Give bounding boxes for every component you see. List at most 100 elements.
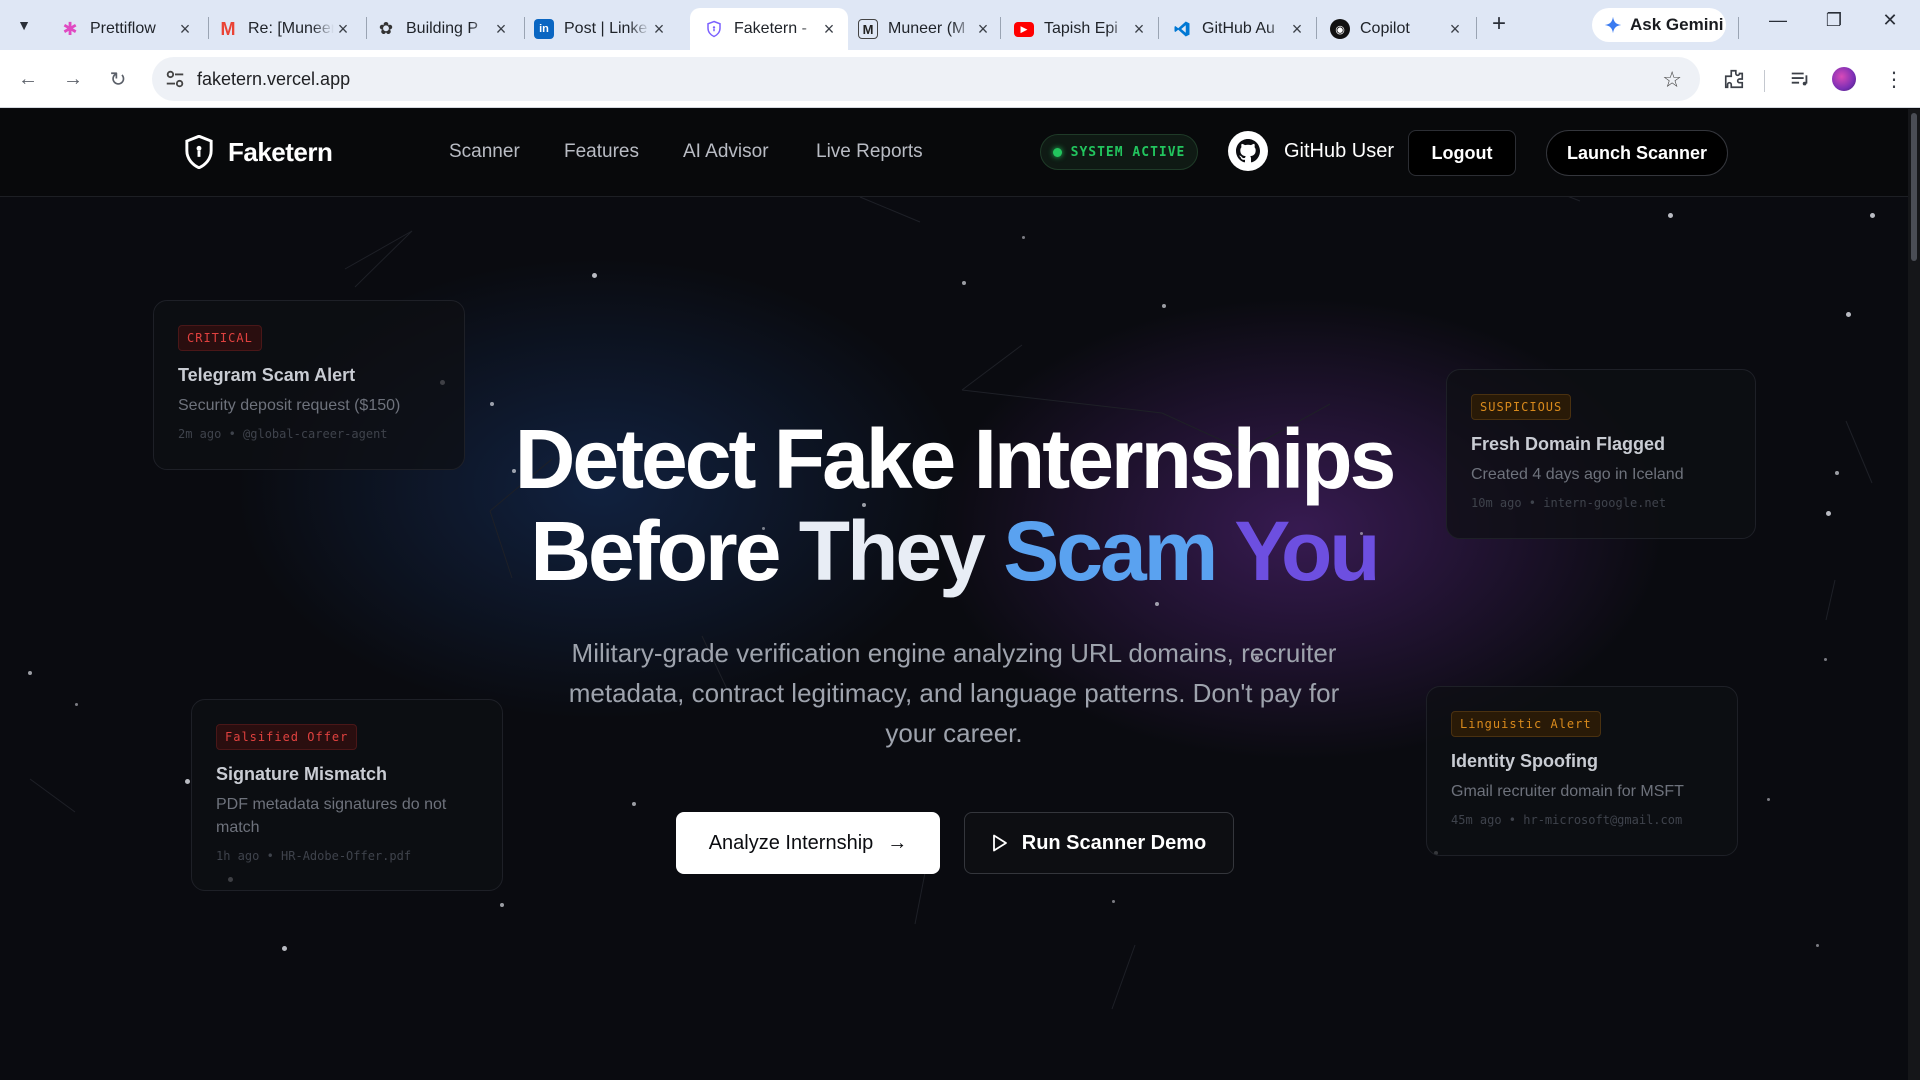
analyze-internship-button[interactable]: Analyze Internship → [676, 812, 940, 874]
background-star [1022, 236, 1025, 239]
alert-card-linguistic[interactable]: Linguistic Alert Identity Spoofing Gmail… [1426, 686, 1738, 856]
logout-button[interactable]: Logout [1408, 130, 1516, 176]
background-star [1767, 798, 1770, 801]
alert-title: Signature Mismatch [216, 764, 388, 784]
alert-title: Identity Spoofing [1451, 751, 1598, 771]
shield-logo-icon [185, 135, 213, 169]
window-close-icon[interactable]: ✕ [1870, 10, 1910, 38]
openai-icon: ✿ [378, 19, 394, 38]
ask-gemini-button[interactable]: Ask Gemini [1592, 8, 1726, 42]
close-icon[interactable]: × [1130, 19, 1148, 40]
alert-description: PDF metadata signatures do not match [216, 796, 447, 836]
new-tab-button[interactable]: + [1486, 12, 1512, 38]
tab-title: Faketern - [734, 20, 807, 37]
close-icon[interactable]: × [974, 19, 992, 40]
demo-button-label: Run Scanner Demo [1021, 831, 1207, 854]
alert-tag: Linguistic Alert [1451, 711, 1601, 737]
hero-subtitle: Military-grade verification engine analy… [568, 638, 1340, 748]
browser-menu-icon[interactable]: ⋮ [1880, 65, 1908, 93]
url-text[interactable]: faketern.vercel.app [197, 69, 350, 90]
browser-tab[interactable]: in Post | Linke × [520, 8, 678, 50]
alert-title: Telegram Scam Alert [178, 365, 356, 385]
browser-toolbar: ← → ↻ faketern.vercel.app ☆ ⋮ [0, 50, 1920, 108]
system-status-text: SYSTEM ACTIVE [1070, 144, 1186, 160]
medium-icon: M [858, 19, 878, 39]
system-status-badge: SYSTEM ACTIVE [1040, 134, 1198, 170]
minimize-icon[interactable]: — [1758, 10, 1798, 38]
nav-link-ai-advisor[interactable]: AI Advisor [683, 141, 769, 163]
tab-title: Tapish Epi [1044, 20, 1118, 37]
close-icon[interactable]: × [334, 19, 352, 40]
alert-description: Gmail recruiter domain for MSFT [1451, 783, 1684, 800]
ask-gemini-label: Ask Gemini [1630, 15, 1724, 34]
nav-link-live-reports[interactable]: Live Reports [816, 141, 923, 163]
nav-link-features[interactable]: Features [564, 141, 639, 163]
background-star [962, 281, 966, 285]
faketern-shield-icon [704, 19, 724, 39]
browser-tab[interactable]: ✿ Building P × [362, 8, 520, 50]
background-star [28, 671, 32, 675]
prettiflow-icon: ✱ [62, 18, 78, 39]
back-arrow-icon[interactable]: ← [14, 65, 42, 93]
browser-tab[interactable]: ◉ Copilot × [1316, 8, 1474, 50]
forward-arrow-icon[interactable]: → [59, 65, 87, 93]
github-username: GitHub User [1284, 140, 1395, 162]
scrollbar-thumb[interactable] [1911, 113, 1917, 261]
play-icon [992, 834, 1007, 852]
profile-avatar[interactable] [1830, 65, 1858, 93]
status-dot-icon [1052, 147, 1062, 157]
browser-tab[interactable]: M Re: [Muneer × [204, 8, 362, 50]
background-star [75, 703, 78, 706]
nav-link-scanner[interactable]: Scanner [449, 141, 520, 163]
background-star [592, 273, 597, 278]
extensions-puzzle-icon[interactable] [1720, 65, 1748, 93]
hero-title-line-1: Detect Fake Internships [514, 412, 1397, 506]
browser-tab[interactable]: M Muneer (M × [844, 8, 1002, 50]
linkedin-icon: in [534, 19, 554, 39]
background-star [1155, 602, 1159, 606]
background-star [1162, 304, 1166, 308]
tab-title: Re: [Muneer [248, 20, 334, 37]
alert-tag: Falsified Offer [216, 724, 358, 750]
close-icon[interactable]: × [492, 19, 510, 40]
tab-search-dropdown-icon[interactable]: ▼ [8, 10, 40, 40]
background-star [1870, 213, 1875, 218]
site-header: Faketern Scanner Features AI Advisor Liv… [0, 109, 1908, 197]
gmail-icon: M [220, 18, 236, 39]
launch-scanner-button[interactable]: Launch Scanner [1546, 130, 1728, 176]
browser-tab[interactable]: ✱ Prettiflow × [46, 8, 204, 50]
alert-card-falsified-offer[interactable]: Falsified Offer Signature Mismatch PDF m… [191, 699, 503, 891]
site-info-icon[interactable] [164, 68, 186, 90]
close-icon[interactable]: × [176, 19, 194, 40]
run-scanner-demo-button[interactable]: Run Scanner Demo [964, 812, 1234, 874]
webpage: Faketern Scanner Features AI Advisor Liv… [0, 109, 1908, 1080]
background-star [1846, 312, 1851, 317]
tab-title: Building P [406, 20, 479, 37]
restore-icon[interactable]: ❐ [1814, 10, 1854, 38]
tab-title: Copilot [1360, 20, 1410, 37]
brand-logo[interactable]: Faketern [184, 135, 333, 169]
hero-word-before: Before [530, 504, 799, 598]
background-star [185, 779, 190, 784]
browser-tab[interactable]: GitHub Au × [1158, 8, 1316, 50]
close-icon[interactable]: × [650, 19, 668, 40]
reload-icon[interactable]: ↻ [104, 65, 132, 93]
alert-meta: 1h ago • HR-Adobe-Offer.pdf [216, 849, 412, 863]
vscode-icon [1172, 19, 1192, 39]
address-bar[interactable]: faketern.vercel.app ☆ [152, 57, 1700, 101]
browser-tab-active[interactable]: Faketern - × [690, 8, 848, 50]
bookmark-star-icon[interactable]: ☆ [1662, 67, 1682, 93]
close-icon[interactable]: × [1446, 19, 1464, 40]
github-avatar-icon[interactable] [1228, 131, 1268, 171]
media-controls-icon[interactable] [1786, 65, 1814, 93]
background-star [490, 402, 494, 406]
close-icon[interactable]: × [820, 19, 838, 40]
browser-tab[interactable]: ▶ Tapish Epi × [1000, 8, 1158, 50]
page-scrollbar[interactable] [1908, 109, 1920, 1080]
background-star [1824, 658, 1827, 661]
close-icon[interactable]: × [1288, 19, 1306, 40]
background-star [500, 903, 504, 907]
tab-title: Prettiflow [90, 20, 156, 37]
tab-title: Post | Linke [564, 20, 648, 37]
alert-tag: CRITICAL [178, 325, 262, 351]
